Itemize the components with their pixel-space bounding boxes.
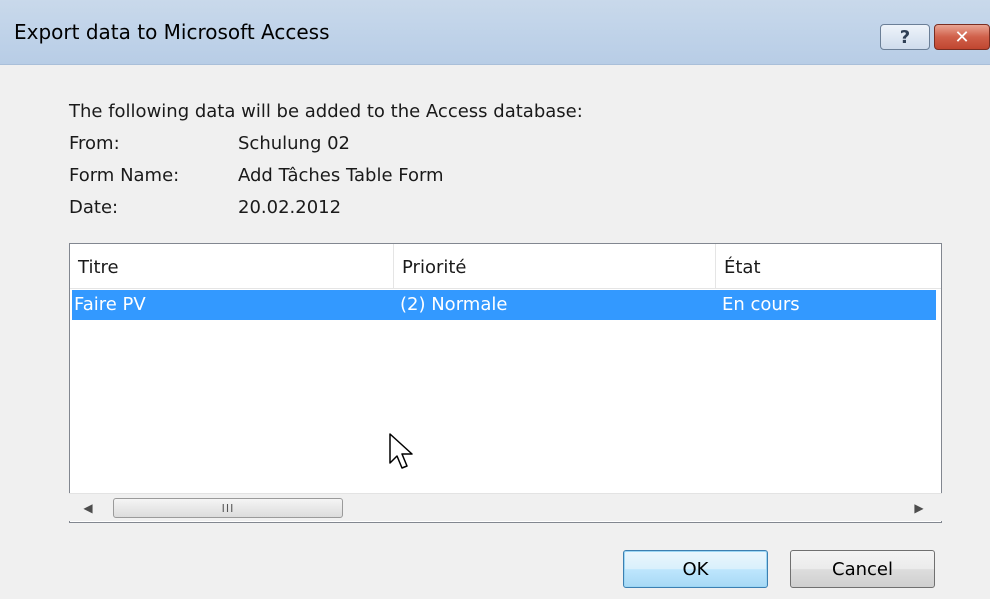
column-header-etat[interactable]: État (716, 244, 941, 288)
cell-etat: En cours (722, 294, 800, 315)
table-row[interactable]: Faire PV (2) Normale En cours (72, 290, 936, 320)
horizontal-scrollbar[interactable]: ◀ III ▶ (69, 493, 942, 521)
mouse-pointer-icon (389, 433, 413, 469)
form-name-label: Form Name: (69, 165, 180, 186)
list-header: Titre Priorité État (70, 244, 941, 289)
cancel-button[interactable]: Cancel (790, 550, 935, 588)
ok-button[interactable]: OK (623, 550, 768, 588)
title-bar: Export data to Microsoft Access ? ✕ (0, 0, 990, 65)
close-button[interactable]: ✕ (934, 24, 990, 50)
help-button[interactable]: ? (880, 24, 930, 50)
from-value: Schulung 02 (238, 133, 351, 154)
data-list-view[interactable]: Titre Priorité État Faire PV (2) Normale… (69, 243, 942, 523)
export-dialog: Export data to Microsoft Access ? ✕ The … (0, 0, 990, 599)
date-value: 20.02.2012 (238, 197, 342, 218)
from-label: From: (69, 133, 120, 154)
date-label: Date: (69, 197, 119, 218)
close-icon: ✕ (954, 26, 970, 48)
scroll-grip: III (221, 501, 235, 515)
column-header-titre[interactable]: Titre (70, 244, 394, 288)
cell-priorite: (2) Normale (400, 294, 508, 315)
form-name-value: Add Tâches Table Form (238, 165, 444, 186)
scroll-left-icon[interactable]: ◀ (73, 494, 103, 522)
intro-text: The following data will be added to the … (69, 101, 583, 122)
column-header-priorite[interactable]: Priorité (394, 244, 716, 288)
window-title: Export data to Microsoft Access (14, 20, 330, 44)
cell-titre: Faire PV (74, 294, 146, 315)
help-icon: ? (899, 26, 911, 48)
scroll-thumb[interactable]: III (113, 498, 343, 518)
scroll-right-icon[interactable]: ▶ (904, 494, 934, 522)
